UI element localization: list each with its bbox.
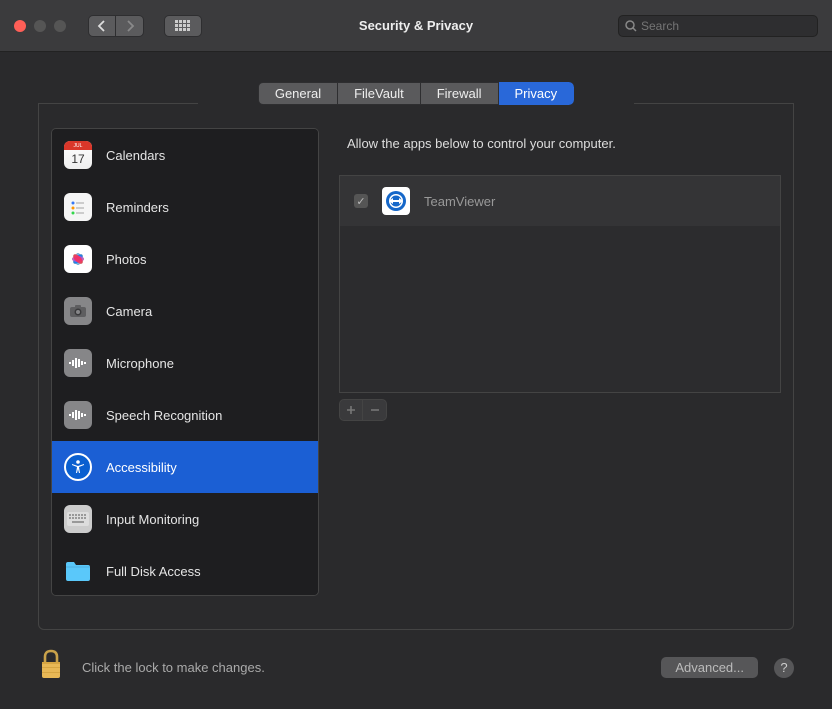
grid-icon	[175, 20, 191, 32]
sidebar-item-microphone[interactable]: Microphone	[52, 337, 318, 389]
content-description: Allow the apps below to control your com…	[339, 136, 781, 175]
keyboard-icon	[64, 505, 92, 533]
window-title: Security & Privacy	[359, 18, 473, 33]
plus-icon	[346, 405, 356, 415]
sidebar-item-label: Speech Recognition	[106, 408, 222, 423]
sidebar-item-label: Photos	[106, 252, 146, 267]
tab-strip: General FileVault Firewall Privacy	[0, 52, 832, 105]
app-checkbox[interactable]	[354, 194, 368, 208]
speech-icon	[64, 401, 92, 429]
sidebar-item-label: Full Disk Access	[106, 564, 201, 579]
sidebar-item-accessibility[interactable]: Accessibility	[52, 441, 318, 493]
sidebar-item-label: Camera	[106, 304, 152, 319]
nav-buttons	[88, 15, 144, 37]
teamviewer-icon	[382, 187, 410, 215]
app-permission-list[interactable]: TeamViewer	[339, 175, 781, 393]
sidebar-item-input-monitoring[interactable]: Input Monitoring	[52, 493, 318, 545]
advanced-button[interactable]: Advanced...	[661, 657, 758, 678]
minus-icon	[370, 405, 380, 415]
search-field[interactable]	[618, 15, 818, 37]
tab-filevault[interactable]: FileVault	[338, 82, 421, 105]
lock-hint-text: Click the lock to make changes.	[82, 660, 265, 675]
window-titlebar: Security & Privacy	[0, 0, 832, 52]
sidebar-item-label: Input Monitoring	[106, 512, 199, 527]
calendar-icon: JUL 17	[64, 141, 92, 169]
search-icon	[625, 20, 637, 32]
sidebar-item-reminders[interactable]: Reminders	[52, 181, 318, 233]
sidebar-item-label: Accessibility	[106, 460, 177, 475]
minimize-window-button[interactable]	[34, 20, 46, 32]
privacy-category-sidebar[interactable]: JUL 17 Calendars Reminders	[51, 128, 319, 596]
close-window-button[interactable]	[14, 20, 26, 32]
main-panel: JUL 17 Calendars Reminders	[38, 104, 794, 630]
app-row[interactable]: TeamViewer	[340, 176, 780, 226]
chevron-right-icon	[125, 20, 135, 32]
traffic-lights	[14, 20, 66, 32]
forward-button[interactable]	[116, 15, 144, 37]
tab-privacy[interactable]: Privacy	[499, 82, 575, 105]
show-all-button[interactable]	[164, 15, 202, 37]
add-remove-buttons	[339, 399, 781, 421]
sidebar-item-speech[interactable]: Speech Recognition	[52, 389, 318, 441]
sidebar-item-full-disk[interactable]: Full Disk Access	[52, 545, 318, 596]
sidebar-item-calendars[interactable]: JUL 17 Calendars	[52, 129, 318, 181]
reminders-icon	[64, 193, 92, 221]
lock-icon	[38, 648, 66, 682]
accessibility-icon	[64, 453, 92, 481]
photos-icon	[64, 245, 92, 273]
app-name: TeamViewer	[424, 194, 495, 209]
sidebar-item-label: Reminders	[106, 200, 169, 215]
camera-icon	[64, 297, 92, 325]
zoom-window-button[interactable]	[54, 20, 66, 32]
lock-button[interactable]	[38, 648, 66, 687]
back-button[interactable]	[88, 15, 116, 37]
sidebar-item-label: Calendars	[106, 148, 165, 163]
sidebar-item-label: Microphone	[106, 356, 174, 371]
sidebar-item-photos[interactable]: Photos	[52, 233, 318, 285]
folder-icon	[64, 557, 92, 585]
footer: Click the lock to make changes. Advanced…	[38, 648, 794, 687]
content-pane: Allow the apps below to control your com…	[339, 128, 781, 617]
sidebar-item-camera[interactable]: Camera	[52, 285, 318, 337]
microphone-icon	[64, 349, 92, 377]
chevron-left-icon	[97, 20, 107, 32]
tab-general[interactable]: General	[258, 82, 338, 105]
help-button[interactable]: ?	[774, 658, 794, 678]
add-app-button[interactable]	[339, 399, 363, 421]
search-input[interactable]	[641, 19, 811, 33]
tab-firewall[interactable]: Firewall	[421, 82, 499, 105]
remove-app-button[interactable]	[363, 399, 387, 421]
